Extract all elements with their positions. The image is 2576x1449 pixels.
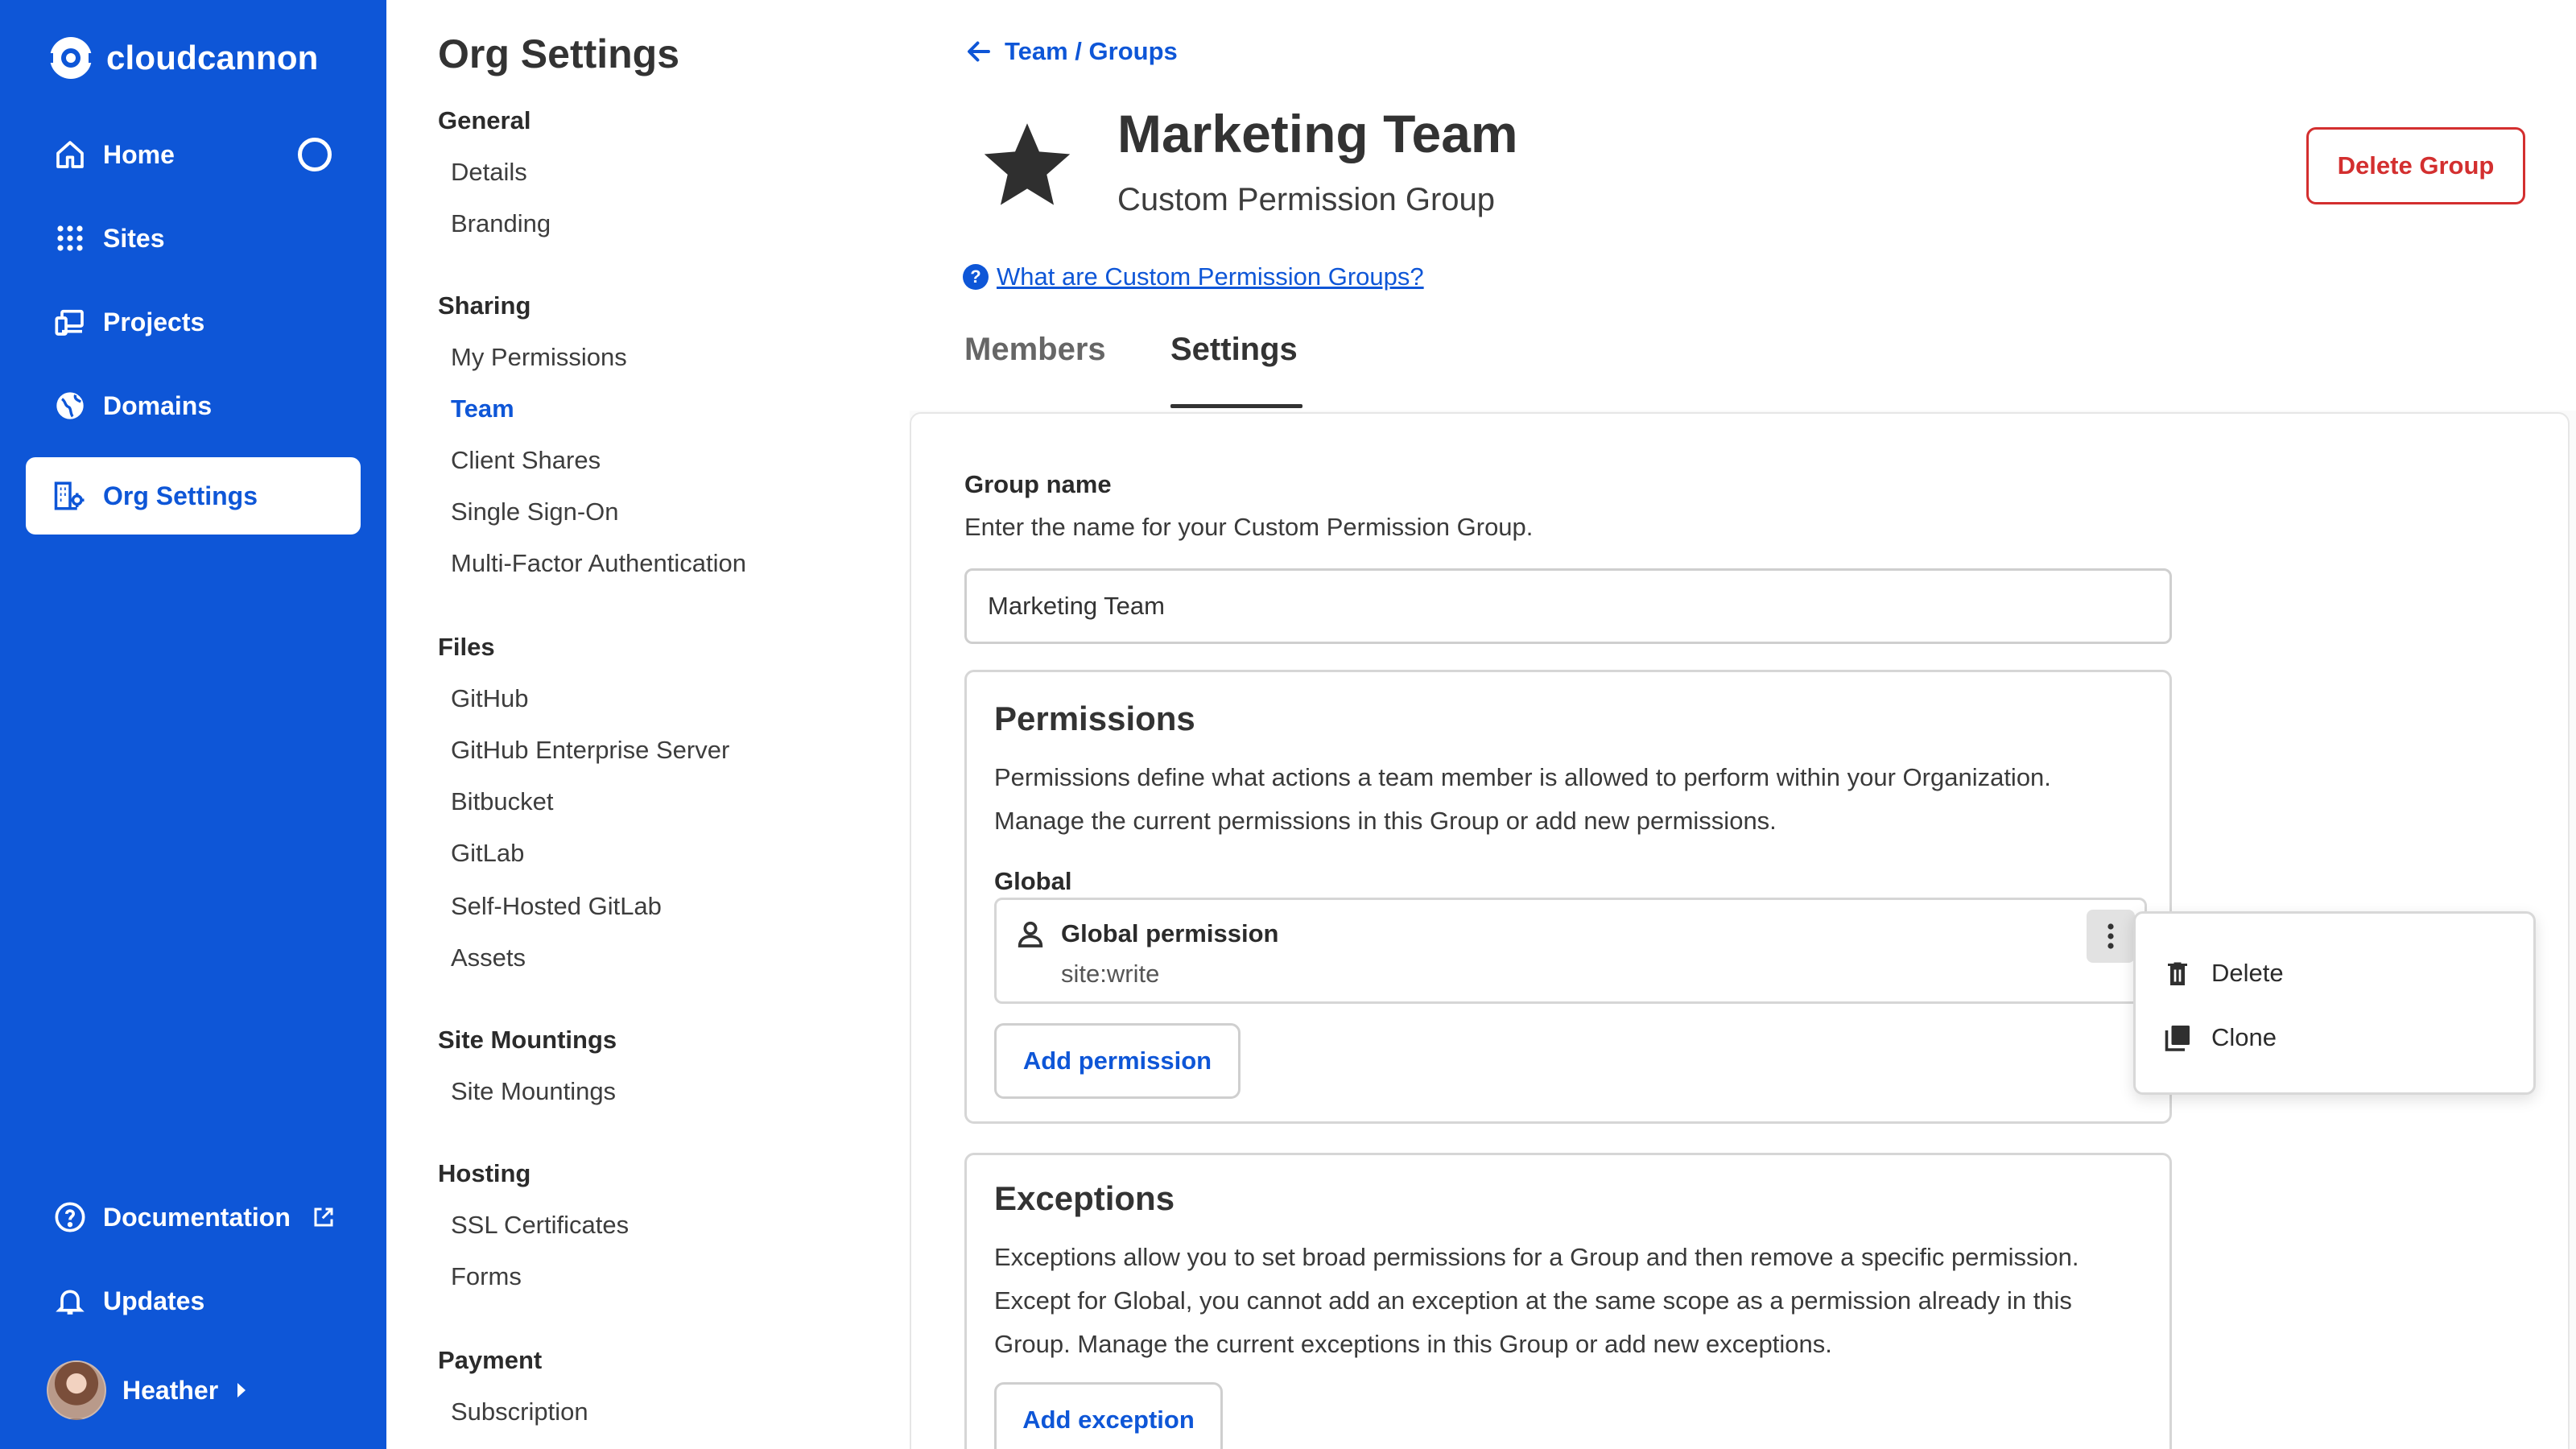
permissions-description-2: Manage the current permissions in this G… — [994, 807, 1777, 835]
nav-item-projects[interactable]: Projects — [26, 283, 361, 361]
settings-link-my-permissions[interactable]: My Permissions — [451, 343, 627, 372]
settings-link-team[interactable]: Team — [451, 394, 514, 423]
settings-title: Org Settings — [438, 31, 680, 76]
org-settings-icon — [53, 479, 87, 513]
menu-item-clone[interactable]: Clone — [2163, 1013, 2277, 1062]
section-heading-sharing: Sharing — [438, 291, 531, 320]
bell-icon — [53, 1284, 87, 1318]
group-name-label: Group name — [964, 470, 1112, 498]
main-navigation: cloudcannon Home Sites Projects Domains … — [0, 0, 386, 1449]
help-circle-icon — [53, 1200, 87, 1234]
settings-link-subscription[interactable]: Subscription — [451, 1397, 588, 1426]
tab-settings[interactable]: Settings — [1170, 332, 1298, 368]
nav-item-label: Updates — [103, 1286, 205, 1315]
cloudcannon-logo-icon — [45, 37, 97, 79]
copy-icon — [2165, 1026, 2190, 1051]
delete-group-button[interactable]: Delete Group — [2306, 127, 2525, 204]
avatar — [47, 1360, 106, 1420]
nav-item-org-settings[interactable]: Org Settings — [26, 457, 361, 535]
trash-icon — [2168, 962, 2187, 985]
user-menu[interactable]: Heather — [47, 1360, 246, 1420]
menu-item-delete[interactable]: Delete — [2163, 949, 2284, 997]
nav-item-domains[interactable]: Domains — [26, 367, 361, 444]
home-icon — [53, 138, 87, 171]
section-heading-files: Files — [438, 633, 495, 661]
nav-item-home[interactable]: Home — [26, 116, 361, 193]
settings-link-ssl-certificates[interactable]: SSL Certificates — [451, 1211, 629, 1240]
menu-item-label: Clone — [2211, 1023, 2277, 1051]
nav-item-label: Sites — [103, 223, 165, 253]
settings-link-gitlab[interactable]: GitLab — [451, 839, 524, 868]
kebab-icon — [2107, 923, 2114, 949]
settings-sidebar: Org Settings General Details Branding Sh… — [386, 0, 910, 1449]
permission-name: Global permission — [1061, 919, 1279, 947]
globe-icon — [53, 389, 87, 423]
settings-link-mfa[interactable]: Multi-Factor Authentication — [451, 549, 746, 578]
permission-row: Global permission site:write — [994, 898, 2147, 1004]
person-icon — [1018, 921, 1043, 947]
permission-value: site:write — [1061, 960, 1160, 988]
settings-link-client-shares[interactable]: Client Shares — [451, 446, 601, 475]
breadcrumb-label: Team / Groups — [1005, 37, 1178, 65]
group-name-description: Enter the name for your Custom Permissio… — [964, 513, 1534, 541]
help-link[interactable]: ? What are Custom Permission Groups? — [963, 262, 1424, 291]
external-link-icon — [314, 1208, 333, 1227]
add-permission-button[interactable]: Add permission — [994, 1023, 1241, 1099]
section-heading-site-mountings: Site Mountings — [438, 1026, 617, 1054]
menu-item-label: Delete — [2211, 959, 2284, 987]
nav-item-updates[interactable]: Updates — [26, 1262, 361, 1340]
settings-link-forms[interactable]: Forms — [451, 1262, 522, 1291]
nav-item-sites[interactable]: Sites — [26, 200, 361, 277]
exceptions-description-1: Exceptions allow you to set broad permis… — [994, 1243, 2079, 1271]
arrow-left-icon — [968, 41, 990, 62]
section-heading-payment: Payment — [438, 1346, 543, 1374]
caret-right-icon — [237, 1383, 246, 1397]
settings-link-self-hosted-gitlab[interactable]: Self-Hosted GitLab — [451, 892, 662, 921]
group-subtitle: Custom Permission Group — [1117, 182, 1496, 217]
permission-context-menu: Delete Clone — [2133, 911, 2536, 1095]
exceptions-description-3: Group. Manage the current exceptions in … — [994, 1330, 1832, 1358]
nav-item-label: Org Settings — [103, 481, 258, 510]
star-icon — [984, 123, 1071, 205]
group-header: Team / Groups Marketing Team Custom Perm… — [910, 0, 2576, 411]
exceptions-card: Exceptions Exceptions allow you to set b… — [964, 1153, 2172, 1449]
settings-link-bitbucket[interactable]: Bitbucket — [451, 787, 554, 816]
settings-link-details[interactable]: Details — [451, 158, 527, 187]
more-options-button[interactable] — [2087, 910, 2135, 963]
tab-members[interactable]: Members — [964, 332, 1106, 368]
nav-item-label: Documentation — [103, 1202, 291, 1232]
nav-item-label: Home — [103, 139, 175, 169]
question-icon: ? — [963, 264, 989, 290]
settings-link-branding[interactable]: Branding — [451, 209, 551, 238]
settings-link-assets[interactable]: Assets — [451, 943, 526, 972]
status-indicator — [298, 138, 332, 171]
exceptions-title: Exceptions — [994, 1179, 1175, 1217]
main-content: Team / Groups Marketing Team Custom Perm… — [910, 0, 2576, 1449]
settings-link-github-enterprise[interactable]: GitHub Enterprise Server — [451, 736, 729, 765]
section-heading-hosting: Hosting — [438, 1159, 531, 1187]
settings-link-site-mountings[interactable]: Site Mountings — [451, 1077, 616, 1106]
nav-item-documentation[interactable]: Documentation — [26, 1179, 361, 1256]
grid-icon — [53, 221, 87, 255]
section-heading-general: General — [438, 106, 531, 134]
permissions-card: Permissions Permissions define what acti… — [964, 670, 2172, 1124]
devices-icon — [53, 305, 87, 339]
breadcrumb[interactable]: Team / Groups — [964, 37, 1178, 66]
active-tab-indicator — [1170, 404, 1302, 408]
global-scope-label: Global — [994, 867, 1072, 895]
settings-link-github[interactable]: GitHub — [451, 684, 528, 713]
add-exception-button[interactable]: Add exception — [994, 1382, 1223, 1449]
permissions-description-1: Permissions define what actions a team m… — [994, 763, 2051, 791]
permissions-title: Permissions — [994, 700, 1195, 737]
brand[interactable]: cloudcannon — [45, 35, 319, 80]
settings-link-single-sign-on[interactable]: Single Sign-On — [451, 497, 619, 526]
brand-name: cloudcannon — [106, 39, 319, 76]
group-title: Marketing Team — [1117, 104, 1518, 163]
user-name: Heather — [122, 1375, 219, 1405]
group-name-input[interactable] — [964, 568, 2172, 644]
nav-item-label: Projects — [103, 307, 205, 336]
nav-item-label: Domains — [103, 390, 213, 420]
help-link-label: What are Custom Permission Groups? — [997, 262, 1424, 291]
exceptions-description-2: Except for Global, you cannot add an exc… — [994, 1286, 2072, 1315]
